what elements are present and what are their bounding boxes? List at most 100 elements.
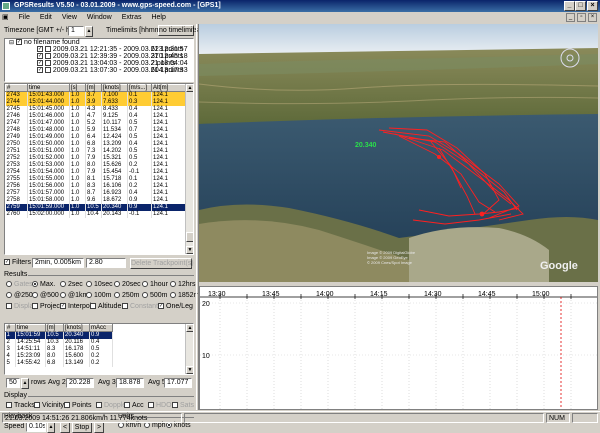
- playback-stop-button[interactable]: Stop: [72, 422, 92, 433]
- unit-knots-option[interactable]: knots: [166, 422, 191, 430]
- results-row2-radio[interactable]: [86, 292, 92, 299]
- res-col-index[interactable]: #: [5, 324, 16, 332]
- results-row1-radio[interactable]: [60, 281, 66, 288]
- file-checkbox[interactable]: ✓: [37, 67, 43, 74]
- col-seconds[interactable]: [s]: [69, 84, 86, 92]
- results-row1-option[interactable]: Gates: [6, 281, 33, 289]
- menu-help[interactable]: Help: [147, 12, 169, 23]
- timezone-spinner[interactable]: ▲: [85, 26, 93, 37]
- col-altitude[interactable]: Alt[m]: [151, 84, 187, 92]
- file-checkbox[interactable]: ✓: [37, 46, 43, 53]
- results-row1-radio[interactable]: [114, 281, 120, 288]
- results-row3-option[interactable]: Project: [32, 303, 62, 311]
- filters-checkbox[interactable]: ✓: [4, 259, 10, 266]
- no-timelimits-button[interactable]: no timelimits: [158, 25, 198, 36]
- col-accel[interactable]: [m/s...]: [127, 84, 152, 92]
- results-row3-option[interactable]: ✓ Interpol: [60, 303, 91, 311]
- results-row2-radio[interactable]: [6, 292, 12, 299]
- results-row3-checkbox[interactable]: [32, 303, 38, 310]
- display-row-checkbox[interactable]: [148, 402, 154, 409]
- minimize-button[interactable]: _: [564, 1, 575, 11]
- results-row[interactable]: 3 14:51:11 8.3 16.178 0.5: [5, 345, 113, 353]
- results-row2-radio[interactable]: [32, 292, 38, 299]
- results-row1-radio[interactable]: [86, 281, 92, 288]
- display-row-checkbox[interactable]: [96, 402, 102, 409]
- table-row[interactable]: 2744 15:01:44.000 1.0 3.9 7.633 0.3 124.1: [5, 98, 187, 106]
- file-color-checkbox[interactable]: [44, 67, 51, 74]
- table-row[interactable]: 2759 15:01:59.000 1.0 10.5 20.340 0.9 124.1: [5, 203, 187, 211]
- display-row-checkbox[interactable]: [34, 402, 40, 409]
- results-row1-radio[interactable]: [6, 281, 12, 288]
- results-row2-option[interactable]: 100m: [86, 292, 112, 300]
- display-row-option[interactable]: Sats: [172, 402, 194, 410]
- results-row2-option[interactable]: @500: [32, 292, 59, 300]
- results-row[interactable]: 5 14:55:42 6.8 13.149 0.2: [5, 359, 113, 367]
- menu-file[interactable]: File: [15, 12, 34, 23]
- results-row3-option[interactable]: Constant: [122, 303, 158, 311]
- display-row-checkbox[interactable]: [6, 402, 12, 409]
- results-row[interactable]: 1 15:01:59 10.5 20.340 0.9: [5, 331, 113, 339]
- table-row[interactable]: 2743 15:01:43.000 1.0 3.7 7.100 0.1 124.1: [5, 91, 187, 99]
- results-row1-option[interactable]: 12hrs: [170, 281, 196, 289]
- speed-spinner[interactable]: ▲: [47, 422, 55, 433]
- results-row3-checkbox[interactable]: ✓: [60, 303, 66, 310]
- table-row[interactable]: 2754 15:01:54.000 1.0 7.9 15.454 -0.1 124.1: [5, 168, 187, 176]
- results-row3-checkbox[interactable]: ✓: [158, 303, 164, 310]
- res-col-time[interactable]: time: [15, 324, 46, 332]
- col-index[interactable]: #: [5, 84, 28, 92]
- display-row-option[interactable]: Tracks: [6, 402, 35, 410]
- unit-mph-option[interactable]: mph: [144, 422, 166, 430]
- speed-chart[interactable]: 13:30 13:45 14:00 14:15 14:30 14:45 15:00 20 10: [199, 286, 599, 410]
- file-item[interactable]: ✓ 2009.03.21 12:21:35 - 2009.03.21 12:31…: [5, 46, 193, 53]
- res-col-meters[interactable]: [m]: [45, 324, 64, 332]
- table-row[interactable]: 2755 15:01:55.000 1.0 8.1 15.718 0.1 124.1: [5, 175, 187, 183]
- playback-next-button[interactable]: >: [94, 422, 104, 433]
- file-item[interactable]: ✓ 2009.03.21 12:39:39 - 2009.03.21 12:45…: [5, 53, 193, 60]
- file-color-checkbox[interactable]: [44, 46, 51, 53]
- results-row2-radio[interactable]: [114, 292, 120, 299]
- playback-prev-button[interactable]: <: [60, 422, 70, 433]
- file-item[interactable]: ✓ 2009.03.21 13:04:03 - 2009.03.21 13:04…: [5, 60, 193, 67]
- menu-app-icon[interactable]: ▣: [0, 12, 13, 23]
- results-row2-radio[interactable]: [170, 292, 176, 299]
- results-row1-option[interactable]: 1hour: [142, 281, 168, 289]
- results-row[interactable]: 4 15:23:09 8.0 15.600 0.2: [5, 352, 113, 360]
- results-row2-radio[interactable]: [60, 292, 66, 299]
- menu-edit[interactable]: Edit: [36, 12, 56, 23]
- table-row[interactable]: 2748 15:01:48.000 1.0 5.9 11.534 0.7 124.1: [5, 126, 187, 134]
- results-row2-option[interactable]: 500m: [142, 292, 168, 300]
- unit-kmh-radio[interactable]: [118, 422, 124, 429]
- results-row1-radio[interactable]: [32, 281, 38, 288]
- results-row[interactable]: 2 14:25:54 10.3 20.116 0.4: [5, 338, 113, 346]
- scroll-down-arrow[interactable]: ▼: [186, 246, 193, 254]
- results-row2-option[interactable]: 250m: [114, 292, 140, 300]
- unit-kmh-option[interactable]: km/h: [118, 422, 141, 430]
- table-row[interactable]: 2758 15:01:58.000 1.0 9.6 18.672 0.9 124.1: [5, 196, 187, 204]
- results-row3-checkbox[interactable]: [90, 303, 96, 310]
- results-row3-option[interactable]: ✓ One/Leg: [158, 303, 193, 311]
- table-row[interactable]: 2746 15:01:46.000 1.0 4.7 9.125 0.4 124.1: [5, 112, 187, 120]
- filters-input[interactable]: 2min, 0.005km: [32, 258, 84, 268]
- delete-trackpoints-button[interactable]: Delete Trackpoint(s): [130, 258, 194, 269]
- rows-spinner[interactable]: ▲: [21, 378, 29, 389]
- results-row2-radio[interactable]: [142, 292, 148, 299]
- file-color-checkbox[interactable]: [44, 60, 51, 67]
- results-row2-option[interactable]: @250: [6, 292, 33, 300]
- display-row-checkbox[interactable]: [124, 402, 130, 409]
- mdi-restore-button[interactable]: ▫: [577, 13, 586, 22]
- root-checkbox[interactable]: ✓: [15, 39, 22, 46]
- display-row-option[interactable]: Points: [64, 402, 91, 410]
- display-row-checkbox[interactable]: [172, 402, 178, 409]
- display-row-checkbox[interactable]: [64, 402, 70, 409]
- menu-view[interactable]: View: [58, 12, 81, 23]
- scroll-down-arrow[interactable]: ▼: [186, 366, 193, 374]
- results-row1-option[interactable]: 2sec: [60, 281, 83, 289]
- display-row-option[interactable]: Vicinity: [34, 402, 64, 410]
- scroll-up-arrow[interactable]: ▲: [186, 84, 193, 92]
- unit-knots-radio[interactable]: [166, 422, 172, 429]
- mdi-minimize-button[interactable]: _: [566, 13, 575, 22]
- col-knots[interactable]: [knots]: [101, 84, 128, 92]
- results-row1-option[interactable]: 20sec: [114, 281, 141, 289]
- results-row2-option[interactable]: 1852m: [170, 292, 199, 300]
- results-row3-checkbox[interactable]: [6, 303, 12, 310]
